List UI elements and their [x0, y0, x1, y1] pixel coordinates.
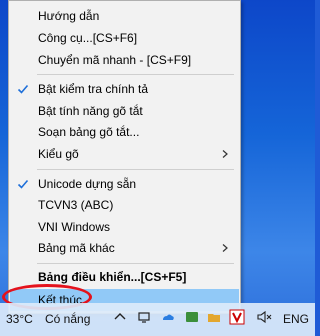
menu-separator: [37, 263, 234, 264]
menu-item-kieu-go[interactable]: Kiểu gõ: [10, 143, 239, 165]
language-indicator[interactable]: ENG: [283, 312, 309, 326]
checkmark-icon: [17, 179, 29, 189]
menu-item-go-tat[interactable]: Bật tính năng gõ tắt: [10, 100, 239, 122]
menu-item-label: TCVN3 (ABC): [38, 198, 114, 212]
unikey-context-menu: Hướng dẫn Công cụ...[CS+F6] Chuyển mã nh…: [8, 0, 241, 314]
onedrive-icon[interactable]: [160, 309, 176, 325]
chevron-up-icon[interactable]: [112, 309, 128, 325]
weather-temperature[interactable]: 33°C: [6, 312, 33, 326]
menu-item-label: Bảng mã khác: [38, 241, 115, 255]
menu-item-label: Bật tính năng gõ tắt: [38, 104, 143, 118]
menu-item-label: Kiểu gõ: [38, 147, 79, 161]
chevron-right-icon: [222, 150, 228, 158]
menu-item-label: Công cụ...[CS+F6]: [38, 31, 138, 45]
menu-item-label: VNI Windows: [38, 220, 111, 234]
menu-item-bang-ma-khac[interactable]: Bảng mã khác: [10, 237, 239, 259]
menu-item-label: Unicode dựng sẵn: [38, 177, 137, 191]
menu-item-chuyen-ma-nhanh[interactable]: Chuyển mã nhanh - [CS+F9]: [10, 49, 239, 71]
menu-item-unicode-dung-san[interactable]: Unicode dựng sẵn: [10, 173, 239, 195]
menu-item-label: Chuyển mã nhanh - [CS+F9]: [38, 53, 192, 67]
menu-item-label: Bật kiểm tra chính tả: [38, 82, 149, 96]
checkmark-icon: [17, 84, 29, 94]
menu-separator: [37, 74, 234, 75]
menu-item-tcvn3[interactable]: TCVN3 (ABC): [10, 194, 239, 216]
app-tray-icon[interactable]: [184, 309, 200, 325]
speaker-muted-icon[interactable]: [256, 309, 272, 325]
weather-condition[interactable]: Có nắng: [45, 312, 90, 326]
menu-item-soan-bang-go-tat[interactable]: Soạn bảng gõ tắt...: [10, 121, 239, 143]
network-icon[interactable]: [136, 309, 152, 325]
menu-item-label: Hướng dẫn: [38, 9, 100, 23]
chevron-right-icon: [222, 244, 228, 252]
folder-icon[interactable]: [206, 309, 222, 325]
menu-item-cong-cu[interactable]: Công cụ...[CS+F6]: [10, 27, 239, 49]
menu-item-huong-dan[interactable]: Hướng dẫn: [10, 5, 239, 27]
unikey-v-icon[interactable]: [229, 309, 245, 325]
menu-item-label: Soạn bảng gõ tắt...: [38, 125, 140, 139]
taskbar: 33°C Có nắng ENG: [0, 303, 315, 336]
menu-item-kiem-tra-chinh-ta[interactable]: Bật kiểm tra chính tả: [10, 78, 239, 100]
menu-item-vni-windows[interactable]: VNI Windows: [10, 216, 239, 238]
menu-separator: [37, 169, 234, 170]
